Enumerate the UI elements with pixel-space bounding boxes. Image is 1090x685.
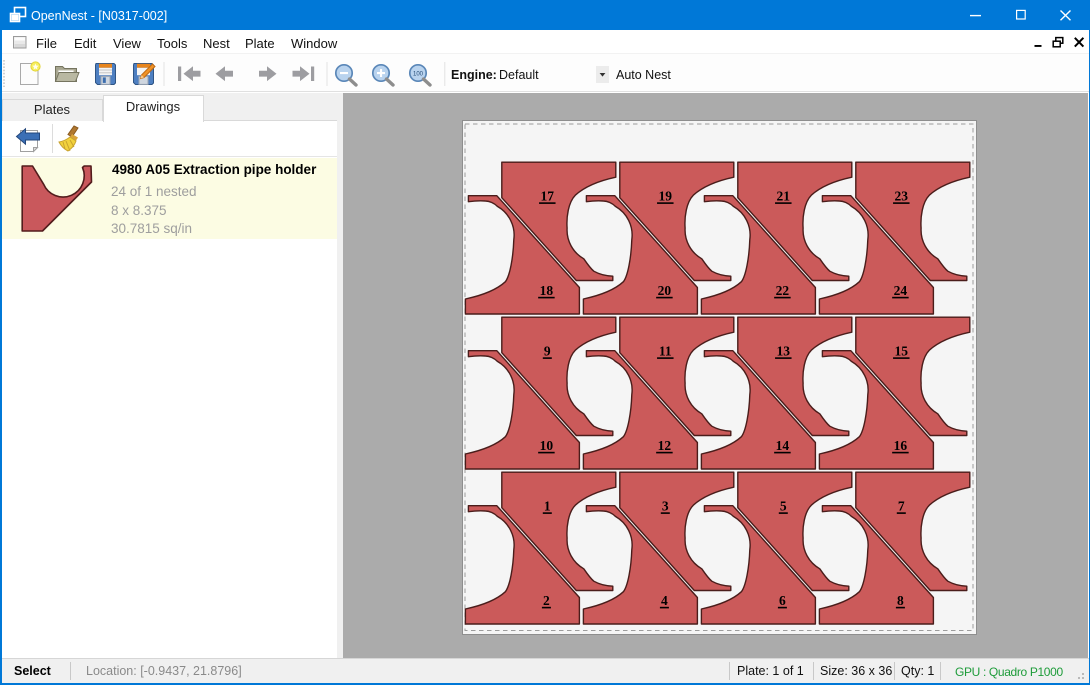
- svg-text:12: 12: [658, 438, 672, 453]
- svg-text:10: 10: [540, 438, 554, 453]
- svg-text:4: 4: [661, 593, 668, 608]
- svg-text:20: 20: [658, 283, 672, 298]
- svg-text:1: 1: [544, 499, 551, 514]
- svg-text:8: 8: [897, 593, 904, 608]
- svg-text:6: 6: [779, 593, 786, 608]
- svg-text:15: 15: [895, 344, 909, 359]
- svg-text:9: 9: [544, 344, 551, 359]
- svg-text:2: 2: [543, 593, 550, 608]
- svg-text:22: 22: [776, 283, 790, 298]
- svg-text:5: 5: [780, 499, 787, 514]
- svg-text:100: 100: [413, 72, 424, 78]
- svg-text:17: 17: [541, 189, 555, 204]
- svg-text:16: 16: [894, 438, 908, 453]
- svg-text:23: 23: [895, 189, 909, 204]
- svg-text:3: 3: [662, 499, 669, 514]
- svg-text:13: 13: [777, 344, 791, 359]
- svg-text:11: 11: [659, 344, 672, 359]
- svg-text:18: 18: [540, 283, 554, 298]
- svg-text:24: 24: [894, 283, 908, 298]
- svg-text:21: 21: [777, 189, 791, 204]
- svg-text:19: 19: [659, 189, 673, 204]
- svg-text:7: 7: [898, 499, 905, 514]
- svg-text:14: 14: [776, 438, 790, 453]
